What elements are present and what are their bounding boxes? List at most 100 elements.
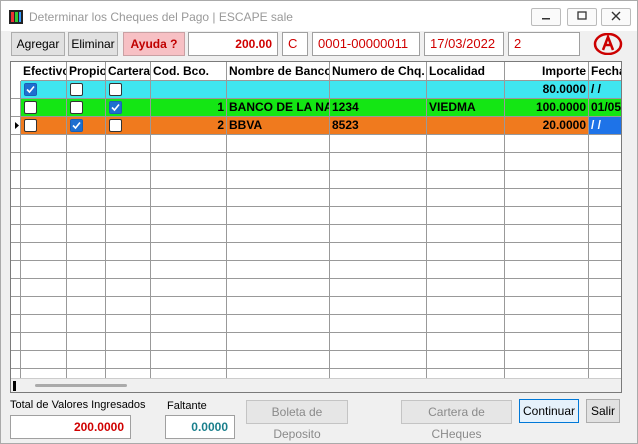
cell-propio[interactable] [67, 189, 106, 206]
type-field[interactable]: C [282, 32, 308, 56]
cell-cartera[interactable] [106, 279, 151, 296]
cell-cartera[interactable] [106, 81, 151, 98]
fecha-field[interactable]: 17/03/2022 [424, 32, 504, 56]
cell-cartera[interactable] [106, 261, 151, 278]
row-selector[interactable] [11, 189, 21, 206]
row-selector[interactable] [11, 225, 21, 242]
cell-efectivo[interactable] [21, 297, 67, 314]
cell-propio[interactable] [67, 243, 106, 260]
cell-banco[interactable] [227, 351, 330, 368]
cell-cartera[interactable] [106, 189, 151, 206]
cell-efectivo[interactable] [21, 189, 67, 206]
cell-fecha[interactable] [589, 225, 621, 242]
cell-importe[interactable] [505, 171, 589, 188]
cell-numero[interactable] [330, 171, 427, 188]
col-header-efectivo[interactable]: Efectivo [21, 62, 67, 81]
cell-importe[interactable] [505, 189, 589, 206]
cell-fecha[interactable] [589, 243, 621, 260]
cell-localidad[interactable] [427, 153, 505, 170]
cell-numero[interactable] [330, 315, 427, 332]
col-header-importe[interactable]: Importe [505, 62, 589, 81]
empty-table-row[interactable] [11, 207, 621, 225]
col-header-fecha[interactable]: Fecha [589, 62, 621, 81]
cell-cod-bco[interactable] [151, 243, 227, 260]
comprobante-field[interactable]: 0001-00000011 [312, 32, 420, 56]
cell-numero[interactable] [330, 351, 427, 368]
propio-checkbox[interactable] [70, 83, 83, 96]
cell-propio[interactable] [67, 153, 106, 170]
col-header-numero-chq[interactable]: Numero de Chq. [330, 62, 427, 81]
cell-cod-bco[interactable] [151, 297, 227, 314]
cell-banco[interactable] [227, 297, 330, 314]
table-row[interactable]: 80.0000/ / [11, 81, 621, 99]
cell-localidad[interactable] [427, 189, 505, 206]
empty-table-row[interactable] [11, 351, 621, 369]
cell-cod-bco[interactable] [151, 351, 227, 368]
propio-checkbox[interactable] [70, 119, 83, 132]
empty-table-row[interactable] [11, 189, 621, 207]
cell-numero[interactable] [330, 135, 427, 152]
cell-localidad[interactable] [427, 297, 505, 314]
cell-localidad[interactable] [427, 135, 505, 152]
cell-cod-bco[interactable] [151, 261, 227, 278]
cell-cod-bco[interactable] [151, 153, 227, 170]
cell-numero[interactable] [330, 225, 427, 242]
col-header-localidad[interactable]: Localidad [427, 62, 505, 81]
cell-fecha[interactable] [589, 135, 621, 152]
table-row[interactable]: 1BANCO DE LA NACION1234VIEDMA100.000001/… [11, 99, 621, 117]
cell-cartera[interactable] [106, 99, 151, 116]
cell-efectivo[interactable] [21, 261, 67, 278]
cell-numero[interactable]: 8523 [330, 117, 427, 134]
cell-cartera[interactable] [106, 351, 151, 368]
cell-importe[interactable] [505, 315, 589, 332]
count-field[interactable]: 2 [508, 32, 580, 56]
cell-banco[interactable] [227, 189, 330, 206]
cartera-checkbox[interactable] [109, 83, 122, 96]
cell-efectivo[interactable] [21, 243, 67, 260]
empty-table-row[interactable] [11, 279, 621, 297]
cell-localidad[interactable] [427, 333, 505, 350]
row-selector[interactable] [11, 243, 21, 260]
cell-importe[interactable] [505, 243, 589, 260]
cell-fecha[interactable] [589, 351, 621, 368]
table-row[interactable]: 2 BBVA 8523 20.0000/ / [11, 117, 621, 135]
amount-field[interactable]: 200.00 [188, 32, 278, 56]
cell-fecha[interactable] [589, 297, 621, 314]
cartera-checkbox[interactable] [109, 119, 122, 132]
cell-importe[interactable] [505, 333, 589, 350]
row-selector[interactable] [11, 261, 21, 278]
cell-importe[interactable] [505, 207, 589, 224]
row-selector[interactable] [11, 171, 21, 188]
cell-banco[interactable] [227, 333, 330, 350]
empty-table-row[interactable] [11, 315, 621, 333]
scrollbar-thumb[interactable] [35, 384, 127, 387]
cell-cod-bco[interactable] [151, 333, 227, 350]
row-selector[interactable] [11, 333, 21, 350]
cell-numero[interactable] [330, 261, 427, 278]
cell-fecha[interactable] [589, 153, 621, 170]
cell-banco[interactable] [227, 225, 330, 242]
row-selector[interactable] [11, 81, 21, 98]
empty-table-row[interactable] [11, 153, 621, 171]
cell-numero[interactable] [330, 297, 427, 314]
cell-cod-bco[interactable] [151, 81, 227, 98]
cell-importe[interactable] [505, 279, 589, 296]
cell-banco[interactable] [227, 261, 330, 278]
cell-efectivo[interactable] [21, 225, 67, 242]
ayuda-button[interactable]: Ayuda ? [123, 32, 185, 56]
cell-fecha[interactable] [589, 189, 621, 206]
cell-numero[interactable] [330, 243, 427, 260]
cell-cartera[interactable] [106, 315, 151, 332]
cell-cartera[interactable] [106, 297, 151, 314]
cell-fecha[interactable]: / / [589, 81, 621, 98]
cell-banco[interactable] [227, 135, 330, 152]
cell-localidad[interactable] [427, 225, 505, 242]
cell-fecha[interactable]: / / [589, 117, 621, 134]
cell-fecha[interactable] [589, 261, 621, 278]
col-header-nombre-banco[interactable]: Nombre de Banco [227, 62, 330, 81]
cell-importe[interactable] [505, 135, 589, 152]
efectivo-checkbox[interactable] [24, 83, 37, 96]
col-header-cod-bco[interactable]: Cod. Bco. [151, 62, 227, 81]
row-selector[interactable] [11, 135, 21, 152]
cell-importe[interactable] [505, 351, 589, 368]
